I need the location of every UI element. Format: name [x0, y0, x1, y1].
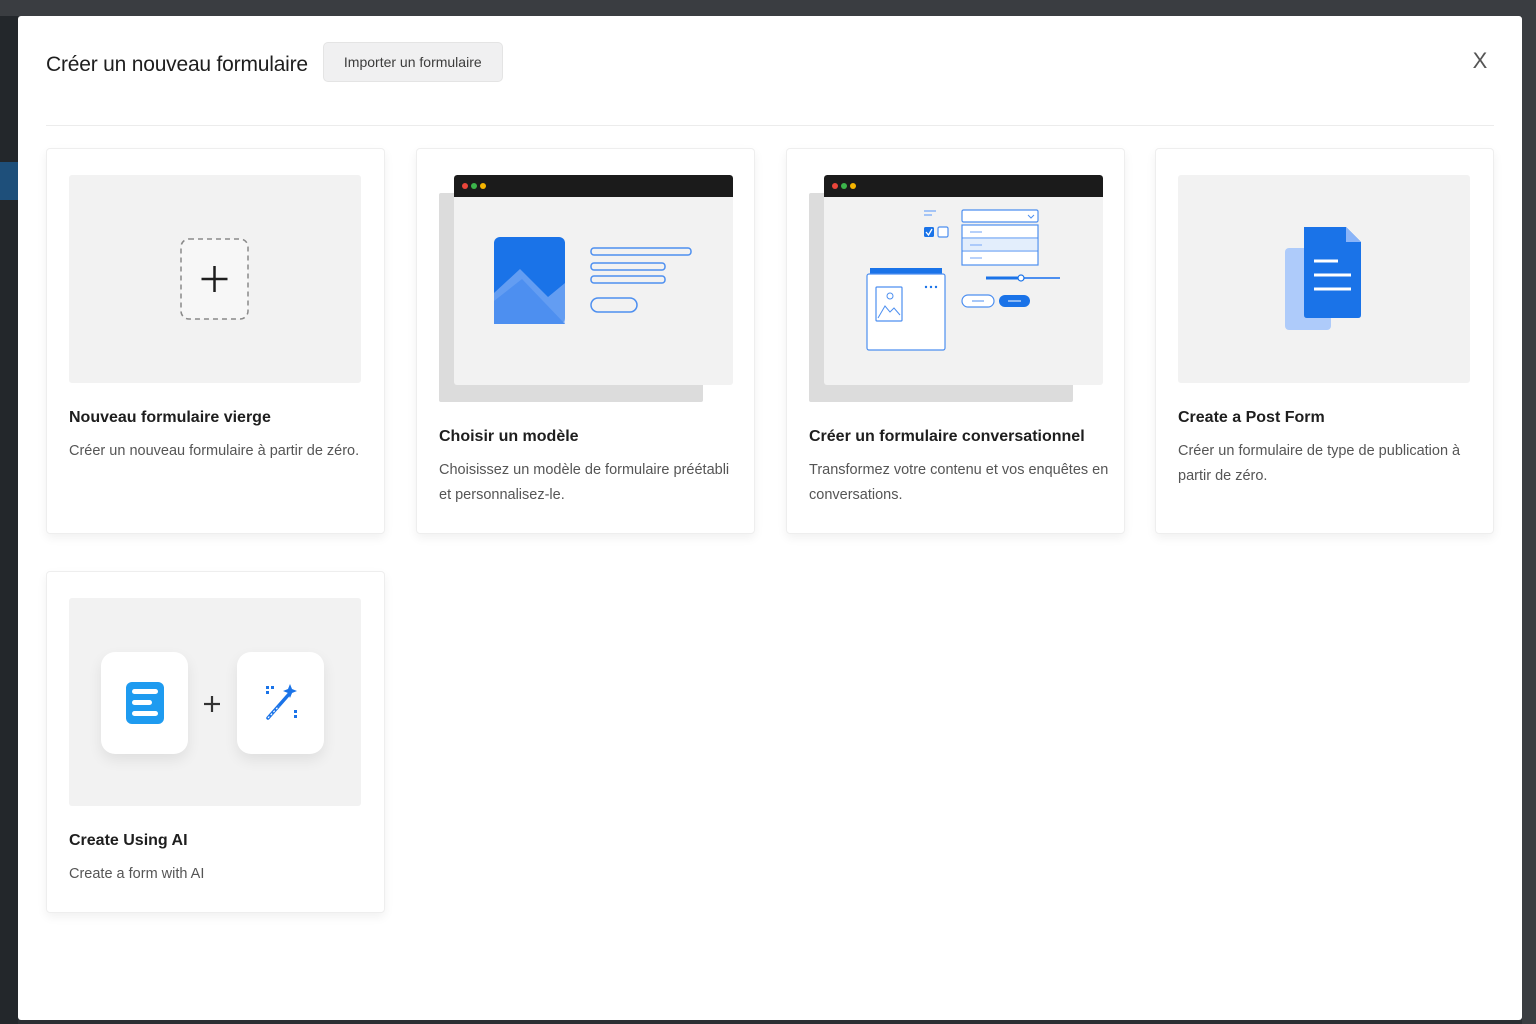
card-blank-form[interactable]: Nouveau formulaire vierge Créer un nouve… — [46, 148, 385, 534]
card-description: Choisissez un modèle de formulaire préét… — [439, 462, 730, 503]
card-description: Créer un nouveau formulaire à partir de … — [69, 443, 360, 459]
card-title: Créer un formulaire conversationnel — [809, 428, 1085, 445]
card-title: Create a Post Form — [1178, 409, 1325, 426]
document-icon — [1285, 227, 1361, 330]
image-template-icon — [439, 175, 733, 405]
card-description: Créer un formulaire de type de publicati… — [1178, 443, 1461, 484]
fluent-forms-logo — [101, 652, 188, 754]
card-title: Nouveau formulaire vierge — [69, 409, 271, 426]
magic-wand-icon — [237, 652, 324, 754]
card-description: Transformez votre contenu et vos enquête… — [809, 462, 1109, 503]
import-form-button[interactable]: Importer un formulaire — [322, 42, 503, 82]
card-create-using-ai[interactable]: Create Using AI Create a form with AI — [46, 571, 385, 913]
create-form-modal: Créer un nouveau formulaire Importer un … — [18, 16, 1522, 1020]
card-title: Choisir un modèle — [439, 428, 579, 445]
blank-form-illustration — [69, 175, 361, 383]
admin-topbar — [0, 0, 1536, 16]
conversational-form-icon — [809, 175, 1103, 405]
admin-sidebar-active-item — [0, 162, 18, 200]
close-icon[interactable]: X — [1466, 47, 1494, 75]
card-post-form[interactable]: Create a Post Form Créer un formulaire d… — [1155, 148, 1494, 534]
plus-icon — [180, 238, 249, 320]
card-choose-template[interactable]: Choisir un modèle Choisissez un modèle d… — [416, 148, 755, 534]
card-conversational-form[interactable]: Créer un formulaire conversationnel Tran… — [786, 148, 1125, 534]
ai-illustration — [69, 598, 361, 806]
card-title: Create Using AI — [69, 832, 188, 849]
post-form-illustration — [1178, 175, 1470, 383]
plus-icon — [204, 696, 220, 712]
card-description: Create a form with AI — [69, 866, 205, 882]
admin-right-edge — [1522, 16, 1536, 1024]
modal-header: Créer un nouveau formulaire Importer un … — [46, 42, 1494, 126]
modal-title: Créer un nouveau formulaire — [46, 53, 308, 76]
